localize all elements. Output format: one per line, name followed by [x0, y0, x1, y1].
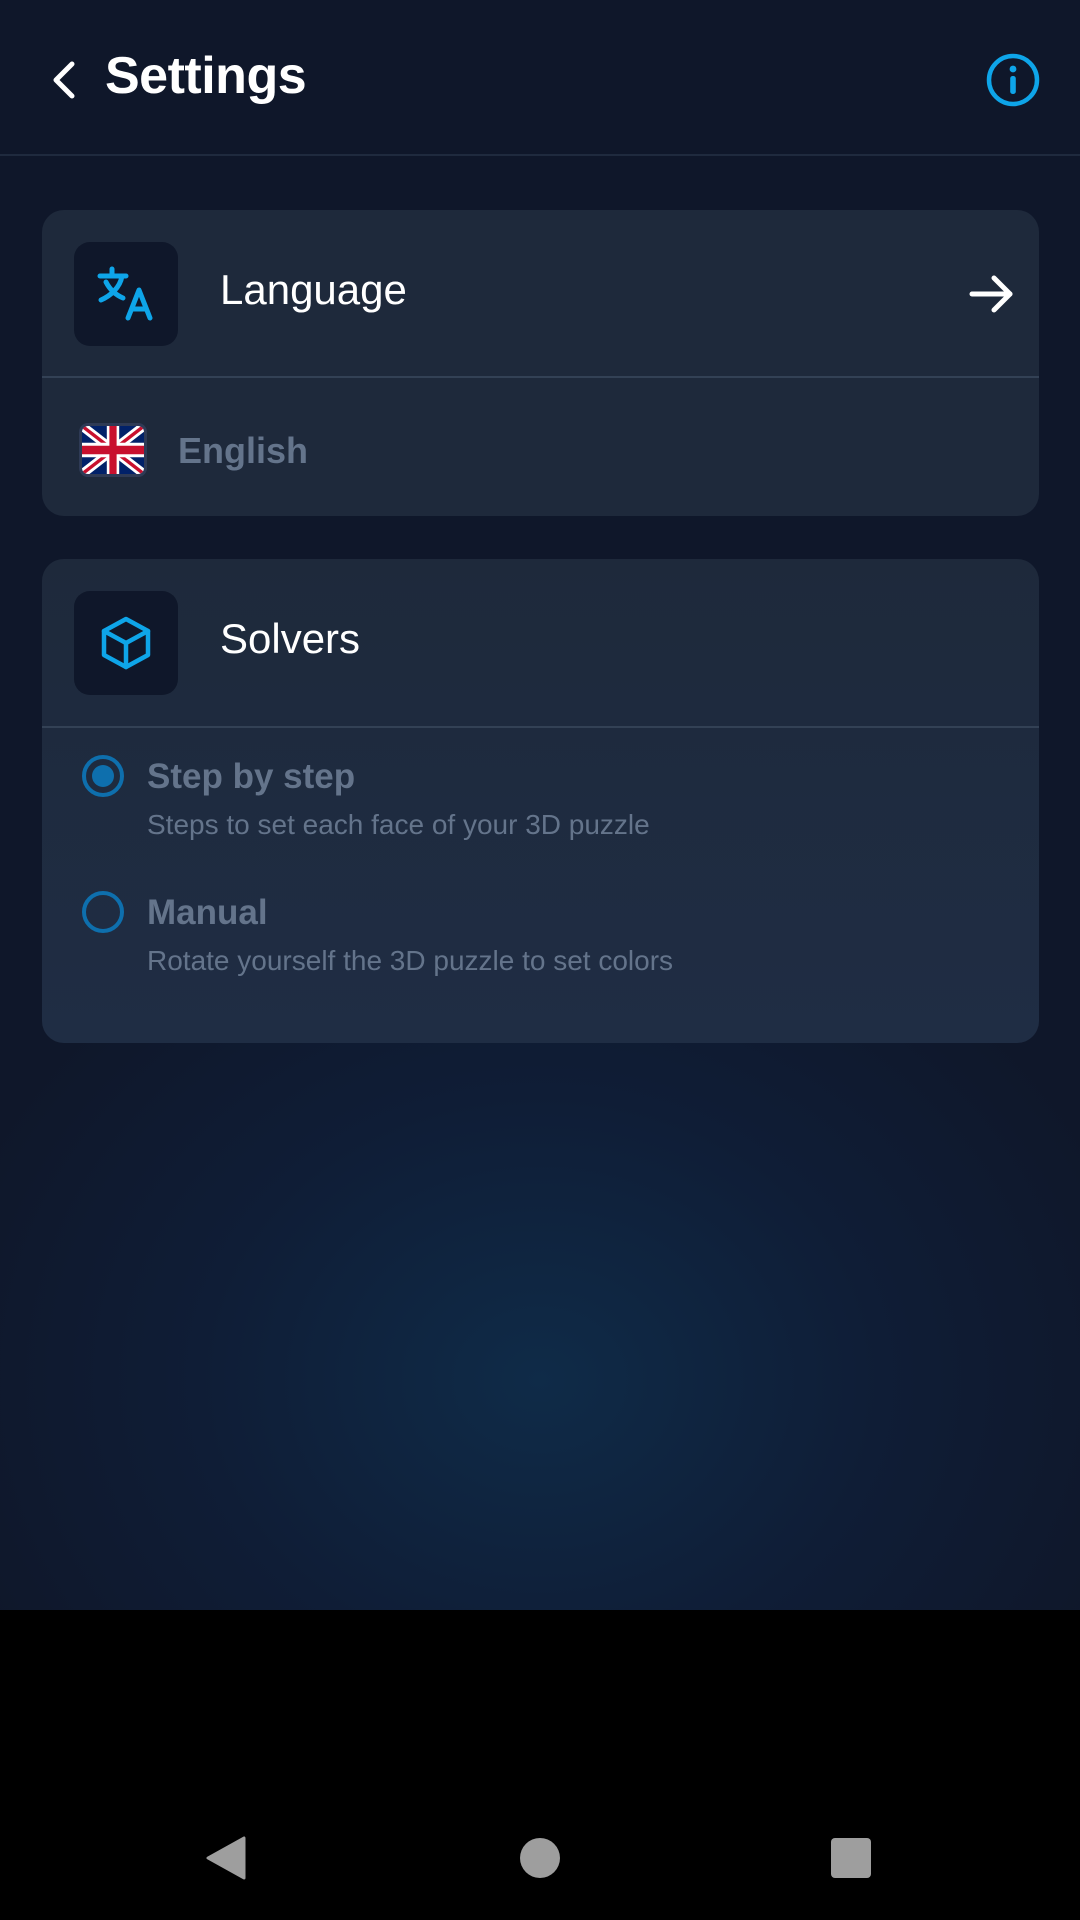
chevron-left-icon [53, 61, 75, 99]
info-icon [986, 53, 1040, 107]
translate-icon [97, 266, 153, 321]
top-app-bar: Settings [0, 0, 1080, 156]
option-description: Steps to set each face of your 3D puzzle [147, 809, 650, 840]
solver-option-step-by-step[interactable]: Step by step Steps to set each face of y… [42, 751, 1039, 871]
language-icon-box [74, 242, 178, 346]
option-label: Manual [147, 893, 268, 932]
uk-flag-icon [82, 426, 144, 474]
current-language-row[interactable]: English [42, 380, 1039, 516]
language-card: Language English [42, 210, 1039, 516]
radio-step-by-step[interactable] [82, 755, 124, 797]
language-arrow-button[interactable] [962, 264, 1022, 324]
info-button[interactable] [985, 52, 1041, 108]
settings-screen: Settings Language English Solvers Step b… [0, 0, 1080, 1610]
page-title: Settings [105, 47, 307, 105]
solver-option-manual[interactable]: Manual Rotate yourself the 3D puzzle to … [42, 887, 1039, 1007]
solvers-icon-box [74, 591, 178, 695]
nav-recents-icon[interactable] [831, 1838, 871, 1878]
back-button[interactable] [38, 50, 88, 110]
nav-home-icon[interactable] [520, 1838, 560, 1878]
solvers-card: Solvers Step by step Steps to set each f… [42, 559, 1039, 1043]
nav-back-icon[interactable] [204, 1834, 248, 1882]
language-title: Language [220, 266, 407, 313]
option-description: Rotate yourself the 3D puzzle to set col… [147, 945, 674, 976]
current-language-label: English [178, 430, 309, 471]
cube-icon [101, 616, 151, 670]
arrow-right-icon [969, 275, 1013, 313]
language-header[interactable]: Language [42, 210, 1039, 378]
option-label: Step by step [147, 757, 356, 796]
radio-manual[interactable] [82, 891, 124, 933]
solvers-title: Solvers [220, 615, 361, 662]
solvers-header: Solvers [42, 559, 1039, 728]
